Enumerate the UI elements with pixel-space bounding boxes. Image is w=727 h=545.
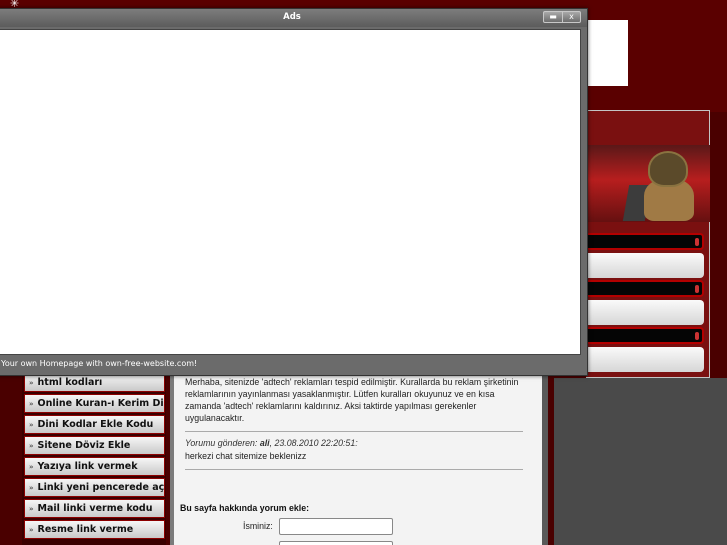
name-input[interactable] <box>279 518 393 535</box>
sidebar-item-label: Resme link verme <box>37 524 134 535</box>
notice-text: Merhaba, sitenizde 'adtech' reklamları t… <box>185 377 519 423</box>
divider <box>185 431 523 432</box>
comment-prefix: Yorumu gönderen: <box>185 438 260 448</box>
form-title: Bu sayfa hakkında yorum ekle: <box>180 503 310 513</box>
close-icon[interactable]: x <box>562 12 580 22</box>
sidebar-item-label: Online Kuran-ı Kerim Dinle <box>37 398 164 409</box>
bullet-icon: » <box>29 526 34 534</box>
sidebar-item-mail-linki[interactable]: » Mail linki verme kodu <box>24 499 165 518</box>
right-bar-light-2[interactable] <box>586 300 704 325</box>
comment-author-line: Yorumu gönderen: ali, 23.08.2010 22:20:5… <box>185 438 358 448</box>
right-gray-area <box>554 378 727 545</box>
sidebar-item-dini-kodlar[interactable]: » Dini Kodlar Ekle Kodu <box>24 415 165 434</box>
sidebar-item-label: Sitene Döviz Ekle <box>37 440 131 451</box>
popup-titlebar[interactable]: Ads ▬ x <box>0 9 587 27</box>
sidebar-item-label: Yazıya link vermek <box>37 461 138 472</box>
name-label: İsminiz: <box>243 521 273 531</box>
ads-popup-window: Ads ▬ x Your own Homepage with own-free-… <box>0 8 588 376</box>
header-banner-image <box>586 145 710 222</box>
comment-author: ali <box>259 438 270 448</box>
right-bar-dark-2[interactable] <box>586 280 704 297</box>
sidebar-item-resme-link[interactable]: » Resme link verme <box>24 520 165 539</box>
bullet-icon: » <box>29 463 34 471</box>
sidebar-item-kuran[interactable]: »Online Kuran-ı Kerim Dinle <box>24 394 165 413</box>
comment-text: herkezi chat sitemize beklenizz <box>185 451 307 461</box>
popup-footer[interactable]: Your own Homepage with own-free-website.… <box>1 359 197 368</box>
right-bar-dark-1[interactable] <box>586 233 704 250</box>
window-buttons: ▬ x <box>543 11 581 23</box>
sidebar-item-label: Dini Kodlar Ekle Kodu <box>37 419 154 430</box>
helmet-shape <box>648 151 688 187</box>
sidebar-item-label: html kodları <box>37 377 103 388</box>
divider <box>185 469 523 470</box>
bullet-icon: » <box>29 442 34 450</box>
sidebar-item-label: Mail linki verme kodu <box>37 503 153 514</box>
sidebar-item-label: Linki yeni pencerede açmak <box>37 482 165 493</box>
sidebar-item-yeni-pencere[interactable]: »Linki yeni pencerede açmak <box>24 478 165 497</box>
right-bar-dark-3[interactable] <box>586 327 704 344</box>
right-bar-light-1[interactable] <box>586 253 704 278</box>
sidebar-item-yaziya-link[interactable]: » Yazıya link vermek <box>24 457 165 476</box>
sidebar-item-doviz[interactable]: » Sitene Döviz Ekle <box>24 436 165 455</box>
second-input[interactable] <box>279 541 393 545</box>
bullet-icon: » <box>29 421 34 429</box>
comment-date: , 23.08.2010 22:20:51: <box>269 438 358 448</box>
popup-title: Ads <box>283 12 301 22</box>
white-ad-box <box>586 20 628 86</box>
right-bar-light-3[interactable] <box>586 347 704 372</box>
bullet-icon: » <box>29 484 34 492</box>
bar-knob-icon <box>695 285 699 293</box>
bullet-icon: » <box>29 505 34 513</box>
bullet-icon: » <box>29 400 34 408</box>
bullet-icon: » <box>29 379 34 387</box>
bar-knob-icon <box>695 238 699 246</box>
minimize-icon[interactable]: ▬ <box>544 12 562 22</box>
bar-knob-icon <box>695 332 699 340</box>
popup-body <box>0 29 581 355</box>
